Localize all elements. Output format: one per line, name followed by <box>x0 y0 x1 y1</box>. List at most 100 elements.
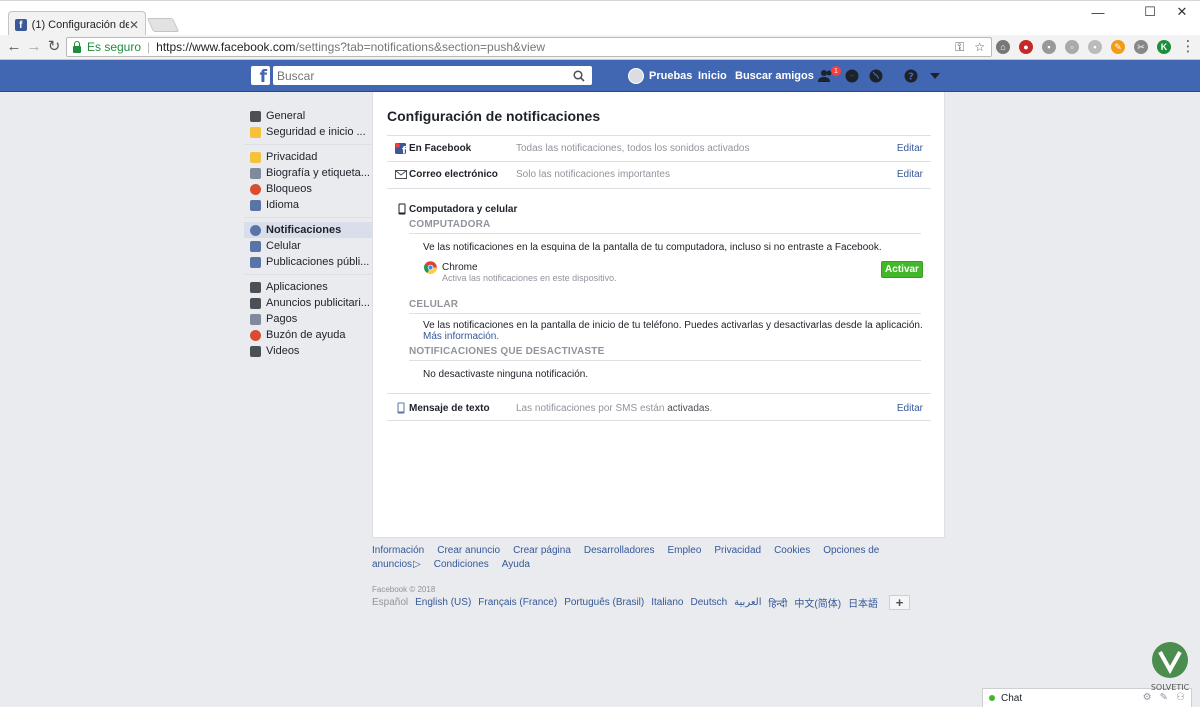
sidebar-item-film[interactable]: Videos <box>244 343 372 359</box>
sidebar-item-lock[interactable]: Privacidad <box>244 149 372 165</box>
language-link[interactable]: العربية <box>734 597 761 608</box>
footer-link[interactable]: Crear anuncio <box>437 545 500 556</box>
facebook-logo-icon[interactable]: f <box>251 66 270 86</box>
sidebar-item-globe[interactable]: Notificaciones <box>244 222 372 238</box>
settings-sidebar: General Seguridad e inicio ... Privacidad B… <box>244 104 372 363</box>
sidebar-item-card[interactable]: Pagos <box>244 311 372 327</box>
lifebuoy-icon <box>250 329 261 341</box>
sidebar-item-shield[interactable]: Seguridad e inicio ... <box>244 124 372 140</box>
language-link[interactable]: 日本語 <box>848 595 878 610</box>
facebook-favicon-icon: f <box>15 18 27 31</box>
sms-edit-link[interactable]: Editar <box>897 403 923 414</box>
svg-text:SOLVETIC: SOLVETIC <box>1151 683 1190 692</box>
footer-link[interactable]: Condiciones <box>434 559 489 570</box>
browser-tab[interactable]: f (1) Configuración de n ✕ <box>8 11 146 37</box>
site-watermark-logo-icon: SOLVETIC <box>1151 642 1190 692</box>
maximize-button[interactable]: ☐ <box>1140 4 1160 20</box>
extension-icon[interactable]: ▫ <box>1065 40 1079 54</box>
language-link[interactable]: Français (France) <box>478 597 557 608</box>
sidebar-item-label: Seguridad e inicio ... <box>266 126 366 138</box>
url-path: /settings?tab=notifications&section=push… <box>295 40 546 54</box>
mobile-icon <box>250 240 261 252</box>
sidebar-item-label: Publicaciones públi... <box>266 256 370 268</box>
email-label: Correo electrónico <box>409 169 498 180</box>
footer-link[interactable]: Desarrolladores <box>584 545 655 556</box>
on-facebook-label: En Facebook <box>409 143 472 154</box>
extension-icon[interactable]: K <box>1157 40 1171 54</box>
sidebar-item-rss[interactable]: Publicaciones públi... <box>244 254 372 270</box>
apps-icon <box>250 281 261 293</box>
language-icon <box>250 199 261 211</box>
more-info-link[interactable]: Más información. <box>423 331 499 342</box>
address-bar[interactable]: Es seguro | https://www.facebook.com/set… <box>66 37 992 57</box>
extension-icon[interactable]: ✎ <box>1111 40 1125 54</box>
key-icon[interactable]: ⚿ <box>955 40 964 55</box>
close-window-button[interactable]: ✕ <box>1172 4 1192 20</box>
back-arrow-icon[interactable]: ← <box>6 39 22 55</box>
new-tab-button[interactable] <box>146 18 180 32</box>
sidebar-item-ads[interactable]: Anuncios publicitari... <box>244 295 372 311</box>
sidebar-item-block[interactable]: Bloqueos <box>244 181 372 197</box>
language-link[interactable]: English (US) <box>415 597 471 608</box>
url-host: https://www.facebook.com <box>156 40 296 54</box>
ads-icon <box>250 297 261 309</box>
forward-arrow-icon[interactable]: → <box>26 39 42 55</box>
sidebar-item-apps[interactable]: Aplicaciones <box>244 279 372 295</box>
language-link[interactable]: Português (Brasil) <box>564 597 644 608</box>
bookmark-star-icon[interactable]: ☆ <box>974 40 985 55</box>
shield-icon <box>250 126 261 138</box>
sidebar-item-mobile[interactable]: Celular <box>244 238 372 254</box>
sidebar-item-gears[interactable]: General <box>244 108 372 124</box>
language-link[interactable]: Deutsch <box>690 597 727 608</box>
sidebar-item-lifebuoy[interactable]: Buzón de ayuda <box>244 327 372 343</box>
reload-icon[interactable]: ↻ <box>46 39 62 55</box>
language-link[interactable]: हिन्दी <box>769 596 788 610</box>
find-friends-link[interactable]: Buscar amigos <box>735 60 814 92</box>
home-link[interactable]: Inicio <box>698 60 727 92</box>
sidebar-item-language[interactable]: Idioma <box>244 197 372 213</box>
close-tab-icon[interactable]: ✕ <box>129 18 139 32</box>
footer-link[interactable]: Cookies <box>774 545 810 556</box>
footer-link[interactable]: Ayuda <box>502 559 530 570</box>
activate-chrome-button[interactable]: Activar <box>881 261 923 278</box>
footer-link[interactable]: Crear página <box>513 545 571 556</box>
messenger-icon[interactable] <box>844 68 860 84</box>
notifications-globe-icon[interactable] <box>868 68 884 84</box>
card-icon <box>250 313 261 325</box>
footer-link[interactable]: Privacidad <box>714 545 761 556</box>
footer-link[interactable]: Empleo <box>667 545 701 556</box>
footer-link[interactable]: Información <box>372 545 424 556</box>
block-icon <box>250 183 261 195</box>
sidebar-item-label: Bloqueos <box>266 183 312 195</box>
language-link[interactable]: 中文(简体) <box>794 595 841 610</box>
profile-link[interactable]: Pruebas <box>628 60 692 92</box>
extension-icon[interactable]: • <box>1088 40 1102 54</box>
footer-links: Información Crear anuncio Crear página Desa… <box>372 544 952 572</box>
chrome-label: Chrome <box>442 262 478 273</box>
account-menu-chevron-down-icon[interactable] <box>927 68 943 84</box>
more-languages-button[interactable]: + <box>889 595 911 610</box>
sidebar-item-label: Videos <box>266 345 300 357</box>
search-input[interactable] <box>273 66 592 85</box>
on-facebook-edit-link[interactable]: Editar <box>897 143 923 154</box>
search-icon[interactable] <box>566 66 592 85</box>
email-edit-link[interactable]: Editar <box>897 169 923 180</box>
chrome-menu-icon[interactable]: ⋮ <box>1180 39 1196 55</box>
sidebar-item-label: Celular <box>266 240 301 252</box>
svg-text:?: ? <box>908 72 914 83</box>
email-row[interactable]: Correo electrónico Solo las notificacion… <box>387 161 931 187</box>
help-icon[interactable]: ? <box>903 68 919 84</box>
disabled-notifications-text: No desactivaste ninguna notificación. <box>423 369 589 380</box>
extension-icon[interactable]: ⌂ <box>996 40 1010 54</box>
sidebar-item-timeline[interactable]: Biografía y etiqueta... <box>244 165 372 181</box>
adblock-extension-icon[interactable]: ● <box>1019 40 1033 54</box>
sidebar-item-label: Biografía y etiqueta... <box>266 167 370 179</box>
extension-icon[interactable]: ✂ <box>1134 40 1148 54</box>
sms-row[interactable]: Mensaje de texto Las notificaciones por … <box>387 393 931 421</box>
timeline-icon <box>250 167 261 179</box>
minimize-button[interactable]: — <box>1088 4 1108 20</box>
extension-icon[interactable]: ▪ <box>1042 40 1056 54</box>
secure-label: Es seguro <box>87 40 142 54</box>
language-link[interactable]: Italiano <box>651 597 683 608</box>
on-facebook-row[interactable]: f En Facebook Todas las notificaciones, … <box>387 135 931 161</box>
